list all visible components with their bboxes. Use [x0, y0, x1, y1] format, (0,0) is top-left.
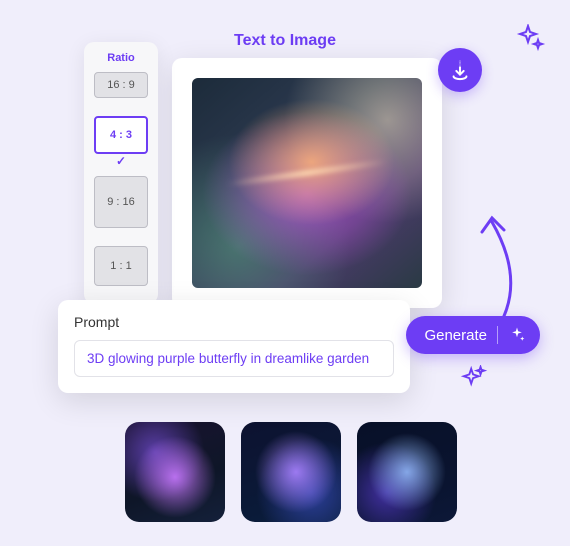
download-button[interactable] — [438, 48, 482, 92]
sparkle-icon — [516, 24, 546, 59]
generate-label: Generate — [424, 327, 487, 344]
prompt-card: Prompt 3D glowing purple butterfly in dr… — [58, 300, 410, 393]
ratio-panel: Ratio 16 : 9 4 : 3 9 : 16 1 : 1 — [84, 42, 158, 304]
thumbnail-1[interactable] — [125, 422, 225, 522]
thumbnail-2[interactable] — [241, 422, 341, 522]
download-icon — [449, 59, 471, 81]
ratio-option-4-3[interactable]: 4 : 3 — [94, 116, 148, 154]
ratio-option-16-9[interactable]: 16 : 9 — [94, 72, 148, 98]
prompt-input[interactable]: 3D glowing purple butterfly in dreamlike… — [74, 340, 394, 377]
page-title: Text to Image — [234, 32, 336, 50]
divider — [497, 326, 498, 344]
curved-arrow-icon — [464, 204, 528, 329]
generate-button[interactable]: Generate — [406, 316, 540, 354]
prompt-label: Prompt — [74, 314, 394, 330]
thumbnail-3[interactable] — [357, 422, 457, 522]
ratio-label: Ratio — [94, 52, 148, 64]
wand-sparkle-icon — [508, 326, 526, 344]
generated-image[interactable] — [192, 78, 422, 288]
sparkle-icon — [460, 365, 488, 398]
image-canvas — [172, 58, 442, 308]
thumbnail-row — [125, 422, 457, 522]
ratio-option-9-16[interactable]: 9 : 16 — [94, 176, 148, 228]
ratio-option-1-1[interactable]: 1 : 1 — [94, 246, 148, 286]
